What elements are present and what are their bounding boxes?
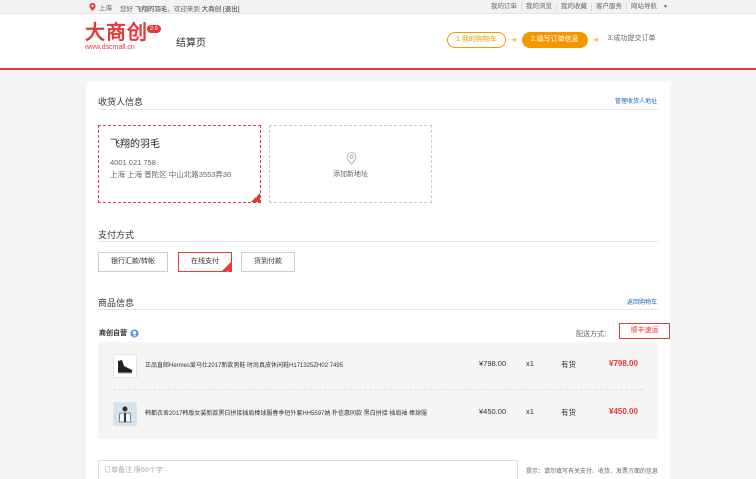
- shop-name-label: 商创自营: [99, 330, 127, 337]
- product-qty: x1: [526, 407, 534, 416]
- payment-bank-transfer[interactable]: 银行汇款/转帐: [98, 252, 168, 272]
- shoe-image-icon: [118, 360, 133, 374]
- username-link[interactable]: 飞翔的羽毛: [135, 6, 168, 13]
- location-pin-icon: [346, 152, 357, 165]
- payment-title: 支付方式: [98, 230, 135, 240]
- shop-name[interactable]: 商创自营: [99, 328, 139, 338]
- consignee-address: 上海 上海 普陀区 中山北路3553弄30: [110, 170, 232, 179]
- product-thumbnail[interactable]: [113, 354, 137, 378]
- location-pin-icon: [89, 3, 96, 11]
- logo[interactable]: 大商创 2.0 www.dscmall.cn: [85, 20, 161, 52]
- my-favorites-link[interactable]: 我的收藏: [556, 3, 591, 11]
- arrow-right-icon: ➔: [510, 37, 517, 44]
- payment-online[interactable]: 在线支付: [178, 252, 232, 281]
- customer-service-icon[interactable]: [130, 328, 139, 338]
- location-selector[interactable]: 上海: [89, 2, 112, 12]
- back-to-cart-link[interactable]: 返回购物车: [627, 297, 657, 306]
- chevron-down-icon: ▼: [663, 4, 668, 10]
- logo-text: 大商创: [85, 20, 148, 44]
- payment-cod[interactable]: 货到付款: [241, 252, 295, 272]
- goods-list: 正品直邮Hermes爱马仕2017新款男鞋 时尚真皮休闲鞋H171325ZH02…: [98, 342, 658, 439]
- location-text: 上海: [99, 5, 112, 12]
- welcome-label: ，欢迎来到: [167, 6, 200, 13]
- welcome-text: 您好 飞翔的羽毛，欢迎来到 大商创 [退出]: [120, 3, 240, 13]
- consignee-name: 飞翔的羽毛: [110, 139, 160, 150]
- product-thumbnail[interactable]: [113, 402, 137, 426]
- arrow-right-icon: ➔: [592, 37, 599, 44]
- consignee-phone: 4001 021 758: [110, 158, 156, 167]
- step-submit-order: 3.成功提交订单: [607, 35, 656, 42]
- divider: [98, 241, 658, 242]
- top-links: 我的订单 我的浏览 我的收藏 客户服务 网站导航 ▼: [487, 3, 668, 11]
- product-subtotal: ¥450.00: [609, 407, 638, 416]
- greeting: 您好: [120, 6, 133, 13]
- logout-link[interactable]: [退出]: [223, 6, 240, 13]
- divider: [98, 309, 658, 310]
- divider: [98, 109, 658, 110]
- step-cart[interactable]: 1.我的购物车: [447, 32, 506, 48]
- delivery-method-button[interactable]: 顺丰速运: [619, 323, 670, 339]
- product-stock: 有货: [561, 360, 576, 369]
- jacket-image-icon: [114, 403, 136, 425]
- goods-title: 商品信息: [98, 298, 135, 308]
- header: 大商创 2.0 www.dscmall.cn 结算页 1.我的购物车 ➔ 2.填…: [0, 14, 756, 70]
- my-history-link[interactable]: 我的浏览: [521, 3, 556, 11]
- selected-check-icon: [222, 262, 231, 281]
- manage-address-link[interactable]: 管理收货人地址: [615, 96, 657, 105]
- shop-row: 商创自营 配送方式： 顺丰速运: [98, 323, 670, 341]
- checkout-steps: 1.我的购物车 ➔ 2.填写订单信息 ➔ 3.成功提交订单: [447, 31, 660, 49]
- site-name-link[interactable]: 大商创: [202, 6, 222, 13]
- product-price: ¥450.00: [479, 407, 507, 416]
- product-qty: x1: [526, 359, 534, 368]
- page-title: 结算页: [176, 38, 206, 49]
- list-item: 韩都衣舍2017韩版女装新款黑白拼接插肩棒球服春季短外套HH5597妠 朴信惠同…: [98, 390, 658, 437]
- logo-version-badge: 2.0: [147, 25, 161, 33]
- order-remark-input[interactable]: 订单备注 限60个字: [98, 460, 518, 479]
- list-item: 正品直邮Hermes爱马仕2017新款男鞋 时尚真皮休闲鞋H171325ZH02…: [98, 342, 658, 390]
- site-nav-link[interactable]: 网站导航: [626, 3, 661, 11]
- top-bar: 上海 您好 飞翔的羽毛，欢迎来到 大商创 [退出] 我的订单 我的浏览 我的收藏…: [0, 0, 756, 14]
- payment-online-label: 在线支付: [191, 258, 219, 265]
- add-address-label: 添加新地址: [333, 171, 368, 178]
- product-subtotal: ¥798.00: [609, 359, 638, 368]
- step-fill-order: 2.填写订单信息: [521, 32, 588, 48]
- logo-url: www.dscmall.cn: [85, 44, 135, 51]
- my-orders-link[interactable]: 我的订单: [487, 3, 521, 11]
- add-address-button[interactable]: 添加新地址: [269, 125, 432, 203]
- delivery-label: 配送方式：: [576, 331, 611, 338]
- product-title[interactable]: 正品直邮Hermes爱马仕2017新款男鞋 时尚真皮休闲鞋H171325ZH02…: [145, 360, 343, 369]
- product-title[interactable]: 韩都衣舍2017韩版女装新款黑白拼接插肩棒球服春季短外套HH5597妠 朴信惠同…: [145, 408, 427, 417]
- checkout-panel: 收货人信息 管理收货人地址 飞翔的羽毛 4001 021 758 上海 上海 普…: [86, 82, 670, 479]
- remark-tip: 提示：请勿填写有关支付、收货、发票方面的信息: [526, 469, 659, 475]
- address-card-selected[interactable]: 飞翔的羽毛 4001 021 758 上海 上海 普陀区 中山北路3553弄30: [98, 125, 261, 203]
- consignee-title: 收货人信息: [98, 97, 144, 107]
- product-stock: 有货: [561, 408, 576, 417]
- customer-service-link[interactable]: 客户服务: [591, 3, 626, 11]
- product-price: ¥798.00: [479, 359, 507, 368]
- selected-check-icon: [251, 193, 260, 202]
